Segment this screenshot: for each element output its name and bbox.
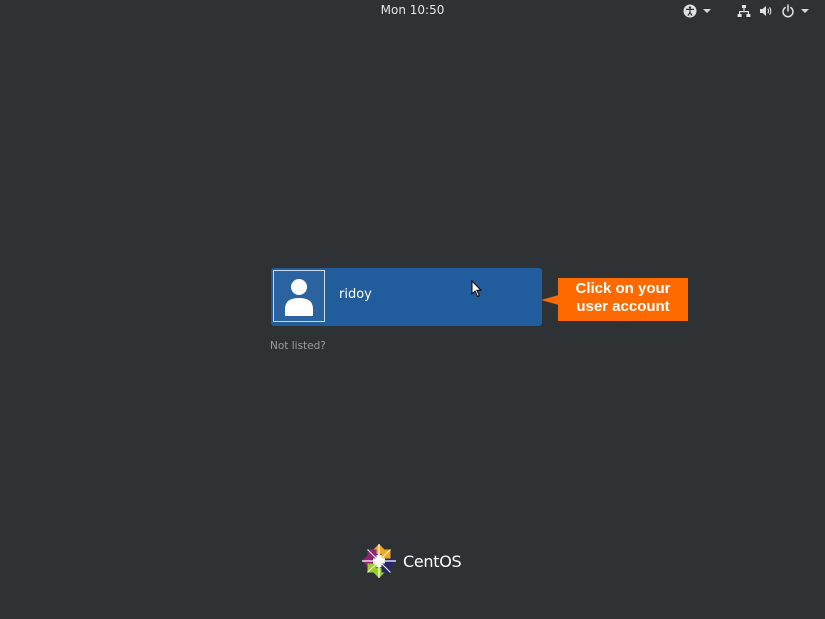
- centos-logo-icon: [362, 544, 396, 578]
- volume-icon: [760, 6, 772, 16]
- annotation-callout: Click on your user account: [558, 278, 688, 321]
- chevron-down-icon: [801, 9, 809, 13]
- accessibility-menu[interactable]: [683, 3, 711, 19]
- username-label: ridoy: [339, 287, 372, 302]
- callout-pointer: [541, 295, 559, 305]
- not-listed-link[interactable]: Not listed?: [270, 340, 326, 352]
- mouse-pointer-icon: [471, 280, 483, 298]
- power-icon: [782, 4, 794, 18]
- user-account-button[interactable]: ridoy: [271, 268, 542, 326]
- network-icon: [737, 5, 751, 17]
- brand-name: CentOS: [403, 551, 462, 571]
- system-menu[interactable]: [737, 3, 809, 19]
- avatar: [273, 270, 325, 322]
- chevron-down-icon: [703, 9, 711, 13]
- user-icon: [285, 279, 313, 316]
- centos-brand: CentOS: [361, 543, 462, 579]
- accessibility-icon: [683, 4, 697, 18]
- top-bar: Mon 10:50: [0, 0, 825, 22]
